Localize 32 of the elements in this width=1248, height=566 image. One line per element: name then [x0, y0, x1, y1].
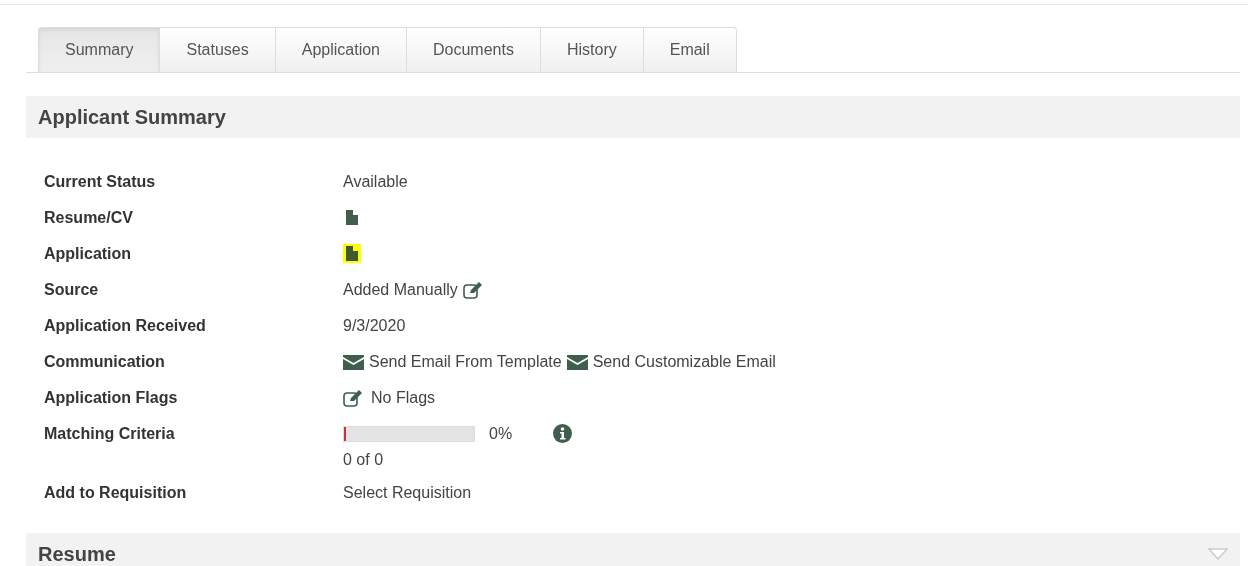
- tab[interactable]: Documents: [407, 27, 541, 72]
- envelope-icon: [343, 354, 364, 370]
- tab[interactable]: Email: [643, 27, 737, 72]
- field-label: Application Flags: [44, 388, 179, 408]
- tab[interactable]: Summary: [38, 27, 161, 72]
- field-value: 9/3/2020: [343, 316, 406, 336]
- email-link[interactable]: Send Customizable Email: [592, 352, 776, 372]
- field-value: Available: [343, 172, 408, 192]
- field-value: No Flags: [371, 388, 436, 408]
- select-requisition-link[interactable]: Select Requisition: [343, 483, 472, 503]
- field-label: Current Status: [44, 172, 157, 192]
- field-label: Application: [44, 244, 133, 264]
- edit-icon[interactable]: [343, 389, 363, 407]
- section-title: Applicant Summary: [38, 105, 226, 129]
- field-label: Application Received: [44, 316, 207, 336]
- field-label: Communication: [44, 352, 166, 372]
- section-title: Resume: [38, 542, 116, 566]
- edit-icon[interactable]: [462, 281, 483, 299]
- tab[interactable]: Application: [275, 27, 407, 72]
- email-link[interactable]: Send Email From Template: [369, 352, 562, 372]
- field-label: Source: [44, 280, 100, 300]
- field-label: Matching Criteria: [44, 424, 176, 444]
- field-value: Added Manually: [343, 280, 458, 300]
- tab[interactable]: Statuses: [160, 27, 276, 72]
- field-label: Add to Requisition: [44, 483, 188, 503]
- field-label: Resume/CV: [44, 208, 134, 228]
- info-icon[interactable]: [553, 424, 572, 443]
- percent-reading: 0%: [489, 424, 514, 443]
- document-icon[interactable]: [346, 210, 358, 225]
- envelope-icon: [566, 354, 588, 370]
- match-count: 0 of 0: [343, 451, 385, 469]
- tab[interactable]: History: [540, 27, 644, 72]
